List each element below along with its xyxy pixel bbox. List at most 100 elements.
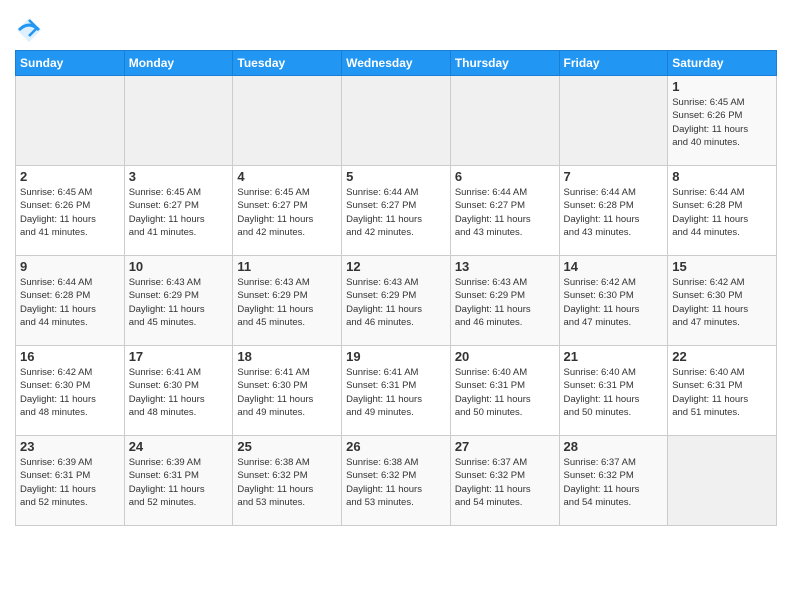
- calendar-cell: [16, 76, 125, 166]
- day-info: Sunrise: 6:44 AM Sunset: 6:27 PM Dayligh…: [455, 186, 555, 239]
- calendar-cell: 19 Sunrise: 6:41 AM Sunset: 6:31 PM Dayli…: [342, 346, 451, 436]
- calendar-cell: 5 Sunrise: 6:44 AM Sunset: 6:27 PM Daylig…: [342, 166, 451, 256]
- day-number: 20: [455, 349, 555, 364]
- day-header-thursday: Thursday: [450, 51, 559, 76]
- week-row-2: 2 Sunrise: 6:45 AM Sunset: 6:26 PM Daylig…: [16, 166, 777, 256]
- day-info: Sunrise: 6:41 AM Sunset: 6:30 PM Dayligh…: [129, 366, 229, 419]
- day-info: Sunrise: 6:44 AM Sunset: 6:28 PM Dayligh…: [20, 276, 120, 329]
- calendar-cell: 2 Sunrise: 6:45 AM Sunset: 6:26 PM Daylig…: [16, 166, 125, 256]
- day-number: 19: [346, 349, 446, 364]
- day-info: Sunrise: 6:43 AM Sunset: 6:29 PM Dayligh…: [455, 276, 555, 329]
- calendar-cell: [342, 76, 451, 166]
- day-info: Sunrise: 6:39 AM Sunset: 6:31 PM Dayligh…: [129, 456, 229, 509]
- day-info: Sunrise: 6:38 AM Sunset: 6:32 PM Dayligh…: [346, 456, 446, 509]
- calendar-cell: 9 Sunrise: 6:44 AM Sunset: 6:28 PM Daylig…: [16, 256, 125, 346]
- calendar-cell: 24 Sunrise: 6:39 AM Sunset: 6:31 PM Dayli…: [124, 436, 233, 526]
- calendar-cell: 10Sunrise: 6:43 AM Sunset: 6:29 PM Dayli…: [124, 256, 233, 346]
- day-info: Sunrise: 6:40 AM Sunset: 6:31 PM Dayligh…: [672, 366, 772, 419]
- day-info: Sunrise: 6:43 AM Sunset: 6:29 PM Dayligh…: [346, 276, 446, 329]
- week-row-4: 16 Sunrise: 6:42 AM Sunset: 6:30 PM Dayli…: [16, 346, 777, 436]
- day-number: 2: [20, 169, 120, 184]
- day-number: 4: [237, 169, 337, 184]
- calendar-cell: 4 Sunrise: 6:45 AM Sunset: 6:27 PM Daylig…: [233, 166, 342, 256]
- day-number: 13: [455, 259, 555, 274]
- week-row-5: 23 Sunrise: 6:39 AM Sunset: 6:31 PM Dayli…: [16, 436, 777, 526]
- day-number: 27: [455, 439, 555, 454]
- day-info: Sunrise: 6:45 AM Sunset: 6:27 PM Dayligh…: [237, 186, 337, 239]
- day-number: 18: [237, 349, 337, 364]
- day-info: Sunrise: 6:45 AM Sunset: 6:26 PM Dayligh…: [20, 186, 120, 239]
- calendar-cell: 15Sunrise: 6:42 AM Sunset: 6:30 PM Dayli…: [668, 256, 777, 346]
- day-info: Sunrise: 6:42 AM Sunset: 6:30 PM Dayligh…: [20, 366, 120, 419]
- day-number: 6: [455, 169, 555, 184]
- day-number: 12: [346, 259, 446, 274]
- calendar-cell: 14 Sunrise: 6:42 AM Sunset: 6:30 PM Dayli…: [559, 256, 668, 346]
- day-number: 14: [564, 259, 664, 274]
- week-row-1: 1 Sunrise: 6:45 AM Sunset: 6:26 PM Daylig…: [16, 76, 777, 166]
- day-info: Sunrise: 6:44 AM Sunset: 6:28 PM Dayligh…: [672, 186, 772, 239]
- day-info: Sunrise: 6:45 AM Sunset: 6:26 PM Dayligh…: [672, 96, 772, 149]
- day-info: Sunrise: 6:44 AM Sunset: 6:27 PM Dayligh…: [346, 186, 446, 239]
- calendar-cell: 7 Sunrise: 6:44 AM Sunset: 6:28 PM Daylig…: [559, 166, 668, 256]
- calendar-cell: 22 Sunrise: 6:40 AM Sunset: 6:31 PM Dayli…: [668, 346, 777, 436]
- calendar-cell: 27 Sunrise: 6:37 AM Sunset: 6:32 PM Dayli…: [450, 436, 559, 526]
- day-number: 16: [20, 349, 120, 364]
- day-header-tuesday: Tuesday: [233, 51, 342, 76]
- day-number: 17: [129, 349, 229, 364]
- calendar-header-row: SundayMondayTuesdayWednesdayThursdayFrid…: [16, 51, 777, 76]
- day-info: Sunrise: 6:45 AM Sunset: 6:27 PM Dayligh…: [129, 186, 229, 239]
- day-number: 8: [672, 169, 772, 184]
- calendar-cell: 6 Sunrise: 6:44 AM Sunset: 6:27 PM Daylig…: [450, 166, 559, 256]
- calendar-cell: [233, 76, 342, 166]
- calendar-cell: 18 Sunrise: 6:41 AM Sunset: 6:30 PM Dayli…: [233, 346, 342, 436]
- calendar-cell: 8 Sunrise: 6:44 AM Sunset: 6:28 PM Daylig…: [668, 166, 777, 256]
- calendar-cell: 12 Sunrise: 6:43 AM Sunset: 6:29 PM Dayli…: [342, 256, 451, 346]
- calendar-cell: 21Sunrise: 6:40 AM Sunset: 6:31 PM Dayli…: [559, 346, 668, 436]
- day-info: Sunrise: 6:41 AM Sunset: 6:30 PM Dayligh…: [237, 366, 337, 419]
- day-header-wednesday: Wednesday: [342, 51, 451, 76]
- day-header-monday: Monday: [124, 51, 233, 76]
- calendar-cell: [124, 76, 233, 166]
- day-info: Sunrise: 6:43 AM Sunset: 6:29 PM Dayligh…: [237, 276, 337, 329]
- day-number: 28: [564, 439, 664, 454]
- calendar-cell: 20 Sunrise: 6:40 AM Sunset: 6:31 PM Dayli…: [450, 346, 559, 436]
- day-info: Sunrise: 6:44 AM Sunset: 6:28 PM Dayligh…: [564, 186, 664, 239]
- page-header: [15, 10, 777, 44]
- calendar-cell: 13 Sunrise: 6:43 AM Sunset: 6:29 PM Dayli…: [450, 256, 559, 346]
- day-info: Sunrise: 6:37 AM Sunset: 6:32 PM Dayligh…: [455, 456, 555, 509]
- calendar-cell: 26Sunrise: 6:38 AM Sunset: 6:32 PM Dayli…: [342, 436, 451, 526]
- day-info: Sunrise: 6:42 AM Sunset: 6:30 PM Dayligh…: [564, 276, 664, 329]
- day-header-sunday: Sunday: [16, 51, 125, 76]
- day-number: 9: [20, 259, 120, 274]
- calendar-cell: 17 Sunrise: 6:41 AM Sunset: 6:30 PM Dayli…: [124, 346, 233, 436]
- day-info: Sunrise: 6:40 AM Sunset: 6:31 PM Dayligh…: [455, 366, 555, 419]
- calendar-table: SundayMondayTuesdayWednesdayThursdayFrid…: [15, 50, 777, 526]
- day-info: Sunrise: 6:39 AM Sunset: 6:31 PM Dayligh…: [20, 456, 120, 509]
- day-number: 1: [672, 79, 772, 94]
- calendar-cell: 16 Sunrise: 6:42 AM Sunset: 6:30 PM Dayli…: [16, 346, 125, 436]
- day-number: 11: [237, 259, 337, 274]
- calendar-cell: 11 Sunrise: 6:43 AM Sunset: 6:29 PM Dayli…: [233, 256, 342, 346]
- day-info: Sunrise: 6:41 AM Sunset: 6:31 PM Dayligh…: [346, 366, 446, 419]
- calendar-cell: 25 Sunrise: 6:38 AM Sunset: 6:32 PM Dayli…: [233, 436, 342, 526]
- calendar-cell: 3Sunrise: 6:45 AM Sunset: 6:27 PM Daylig…: [124, 166, 233, 256]
- day-number: 24: [129, 439, 229, 454]
- week-row-3: 9 Sunrise: 6:44 AM Sunset: 6:28 PM Daylig…: [16, 256, 777, 346]
- day-number: 22: [672, 349, 772, 364]
- logo: [15, 16, 47, 44]
- day-info: Sunrise: 6:40 AM Sunset: 6:31 PM Dayligh…: [564, 366, 664, 419]
- day-header-saturday: Saturday: [668, 51, 777, 76]
- calendar-cell: 23 Sunrise: 6:39 AM Sunset: 6:31 PM Dayli…: [16, 436, 125, 526]
- day-info: Sunrise: 6:43 AM Sunset: 6:29 PM Dayligh…: [129, 276, 229, 329]
- day-number: 23: [20, 439, 120, 454]
- calendar-cell: 28 Sunrise: 6:37 AM Sunset: 6:32 PM Dayli…: [559, 436, 668, 526]
- day-number: 7: [564, 169, 664, 184]
- day-number: 25: [237, 439, 337, 454]
- day-number: 15: [672, 259, 772, 274]
- day-info: Sunrise: 6:38 AM Sunset: 6:32 PM Dayligh…: [237, 456, 337, 509]
- logo-icon: [15, 16, 43, 44]
- day-number: 5: [346, 169, 446, 184]
- calendar-cell: [450, 76, 559, 166]
- day-info: Sunrise: 6:37 AM Sunset: 6:32 PM Dayligh…: [564, 456, 664, 509]
- calendar-cell: [668, 436, 777, 526]
